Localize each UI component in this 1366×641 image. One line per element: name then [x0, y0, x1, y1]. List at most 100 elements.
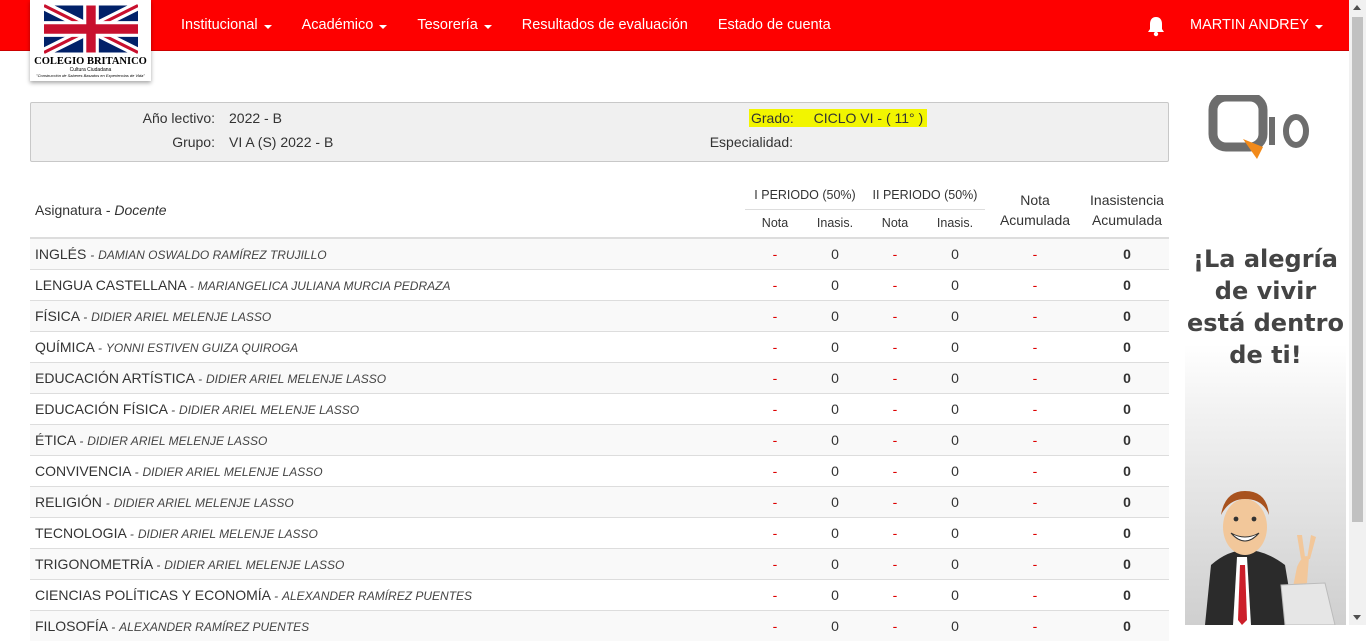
p1-nota-cell: - — [745, 237, 805, 269]
inasistencia-acumulada-cell: 0 — [1085, 392, 1169, 424]
inasistencia-acumulada-cell: 0 — [1085, 423, 1169, 455]
subject-name: TRIGONOMETRÍA — [35, 555, 153, 572]
header-p2-inasis: Inasis. — [925, 209, 985, 239]
p1-nota-cell: - — [745, 299, 805, 331]
nota-acumulada-cell: - — [985, 361, 1085, 393]
header-nota-acum-line1: Nota — [1020, 191, 1050, 208]
table-row: CIENCIAS POLÍTICAS Y ECONOMÍA - ALEXANDE… — [30, 578, 1169, 610]
grades-table: Asignatura - Docente I PERIODO (50%) II … — [30, 182, 1169, 641]
teacher-sep: - — [189, 278, 194, 293]
inasistencia-acumulada-cell: 0 — [1085, 485, 1169, 517]
header-inasistencia-acumulada: Inasistencia Acumulada — [1085, 182, 1169, 239]
teacher-sep: - — [83, 309, 88, 324]
subject-cell: EDUCACIÓN ARTÍSTICA - DIDIER ARIEL MELEN… — [30, 361, 745, 393]
inasistencia-acumulada-cell: 0 — [1085, 268, 1169, 300]
student-info-panel: Año lectivo: 2022 - B Grupo: VI A (S) 20… — [30, 102, 1169, 162]
subject-cell: TECNOLOGIA - DIDIER ARIEL MELENJE LASSO — [30, 516, 745, 548]
teacher-name: YONNI ESTIVEN GUIZA QUIROGA — [105, 340, 299, 355]
scrollbar-thumb[interactable] — [1352, 17, 1363, 522]
p2-inasis-cell: 0 — [925, 330, 985, 362]
subject-name: QUÍMICA — [35, 338, 95, 355]
nota-acumulada-cell: - — [985, 578, 1085, 610]
subject-name: RELIGIÓN — [35, 493, 102, 510]
header-p1-nota: Nota — [745, 209, 805, 239]
p1-nota-cell: - — [745, 454, 805, 486]
nota-acumulada-cell: - — [985, 454, 1085, 486]
p2-inasis-cell: 0 — [925, 578, 985, 610]
p2-nota-cell: - — [865, 547, 925, 579]
teacher-name: MARIANGELICA JULIANA MURCIA PEDRAZA — [197, 278, 451, 293]
p2-nota-cell: - — [865, 609, 925, 641]
nav-item-institucional[interactable]: Institucional — [166, 0, 287, 51]
nota-acumulada-cell: - — [985, 237, 1085, 269]
teacher-sep: - — [98, 340, 103, 355]
q10-logo-icon — [1208, 95, 1309, 159]
p2-inasis-cell: 0 — [925, 268, 985, 300]
p1-nota-cell: - — [745, 485, 805, 517]
chevron-down-icon — [1314, 24, 1323, 29]
grado-label: Grado: — [751, 110, 794, 126]
p1-nota-cell: - — [745, 516, 805, 548]
header-p1-inasis: Inasis. — [805, 209, 865, 239]
nav-menu: Institucional Académico Tesorería Resultado… — [166, 0, 846, 51]
p1-inasis-cell: 0 — [805, 547, 865, 579]
chevron-down-icon — [379, 24, 388, 29]
subject-name: CIENCIAS POLÍTICAS Y ECONOMÍA — [35, 586, 271, 603]
subject-name: CONVIVENCIA — [35, 462, 131, 479]
nota-acumulada-cell: - — [985, 547, 1085, 579]
subject-name: EDUCACIÓN FÍSICA — [35, 400, 168, 417]
teacher-name: ALEXANDER RAMÍREZ PUENTES — [282, 588, 473, 603]
scroll-down-icon[interactable] — [1353, 615, 1361, 620]
teacher-name: DIDIER ARIEL MELENJE LASSO — [87, 433, 268, 448]
p1-nota-cell: - — [745, 609, 805, 641]
p1-inasis-cell: 0 — [805, 237, 865, 269]
subject-name: ÉTICA — [35, 431, 76, 448]
subject-name: INGLÉS — [35, 245, 87, 262]
advertisement-banner[interactable]: ¡La alegría de vivir está dentro de ti! — [1185, 95, 1346, 625]
top-navbar: Institucional Académico Tesorería Resultado… — [0, 0, 1366, 51]
teacher-sep: - — [198, 371, 203, 386]
p2-inasis-cell: 0 — [925, 516, 985, 548]
table-row: QUÍMICA - YONNI ESTIVEN GUIZA QUIROGA -0-… — [30, 330, 1169, 362]
scroll-up-icon[interactable] — [1353, 5, 1361, 10]
grado-highlight: Grado: CICLO VI - ( 11° ) — [749, 109, 928, 127]
header-period-2: II PERIODO (50%) — [865, 182, 985, 210]
p2-nota-cell: - — [865, 361, 925, 393]
subject-name: EDUCACIÓN ARTÍSTICA — [35, 369, 195, 386]
subject-cell: INGLÉS - DAMIAN OSWALDO RAMÍREZ TRUJILLO — [30, 237, 745, 269]
ad-line-2: de vivir — [1214, 277, 1317, 305]
p1-inasis-cell: 0 — [805, 454, 865, 486]
bell-icon[interactable] — [1146, 15, 1166, 37]
p1-inasis-cell: 0 — [805, 268, 865, 300]
ad-line-3: está dentro — [1187, 309, 1344, 337]
table-row: FILOSOFÍA - ALEXANDER RAMÍREZ PUENTES -0-… — [30, 609, 1169, 641]
p1-nota-cell: - — [745, 330, 805, 362]
table-row: RELIGIÓN - DIDIER ARIEL MELENJE LASSO -0-… — [30, 485, 1169, 517]
table-row: ÉTICA - DIDIER ARIEL MELENJE LASSO -0-0-0 — [30, 423, 1169, 455]
nav-item-académico[interactable]: Académico — [287, 0, 403, 51]
nota-acumulada-cell: - — [985, 330, 1085, 362]
inasistencia-acumulada-cell: 0 — [1085, 454, 1169, 486]
p2-inasis-cell: 0 — [925, 454, 985, 486]
teacher-name: DIDIER ARIEL MELENJE LASSO — [179, 402, 360, 417]
anio-label: Año lectivo: — [142, 110, 215, 126]
especialidad-label: Especialidad: — [709, 134, 793, 150]
nav-item-estado-de-cuenta[interactable]: Estado de cuenta — [703, 0, 846, 51]
ad-line-4: de ti! — [1229, 341, 1302, 369]
table-row: TRIGONOMETRÍA - DIDIER ARIEL MELENJE LAS… — [30, 547, 1169, 579]
nav-item-tesorería[interactable]: Tesorería — [402, 0, 506, 51]
ad-slogan: ¡La alegría de vivir está dentro de ti! — [1185, 243, 1346, 371]
p1-inasis-cell: 0 — [805, 485, 865, 517]
user-menu[interactable]: MARTIN ANDREY — [1180, 0, 1333, 51]
page-scrollbar[interactable] — [1349, 0, 1366, 625]
nav-item-resultados-de-evaluación[interactable]: Resultados de evaluación — [507, 0, 703, 51]
nota-acumulada-cell: - — [985, 609, 1085, 641]
subject-cell: CIENCIAS POLÍTICAS Y ECONOMÍA - ALEXANDE… — [30, 578, 745, 610]
p1-nota-cell: - — [745, 423, 805, 455]
table-row: TECNOLOGIA - DIDIER ARIEL MELENJE LASSO -… — [30, 516, 1169, 548]
school-logo[interactable]: COLEGIO BRITANICO Cultura Ciudadana "Con… — [30, 0, 151, 81]
inasistencia-acumulada-cell: 0 — [1085, 547, 1169, 579]
p2-nota-cell: - — [865, 423, 925, 455]
p2-inasis-cell: 0 — [925, 609, 985, 641]
nota-acumulada-cell: - — [985, 268, 1085, 300]
